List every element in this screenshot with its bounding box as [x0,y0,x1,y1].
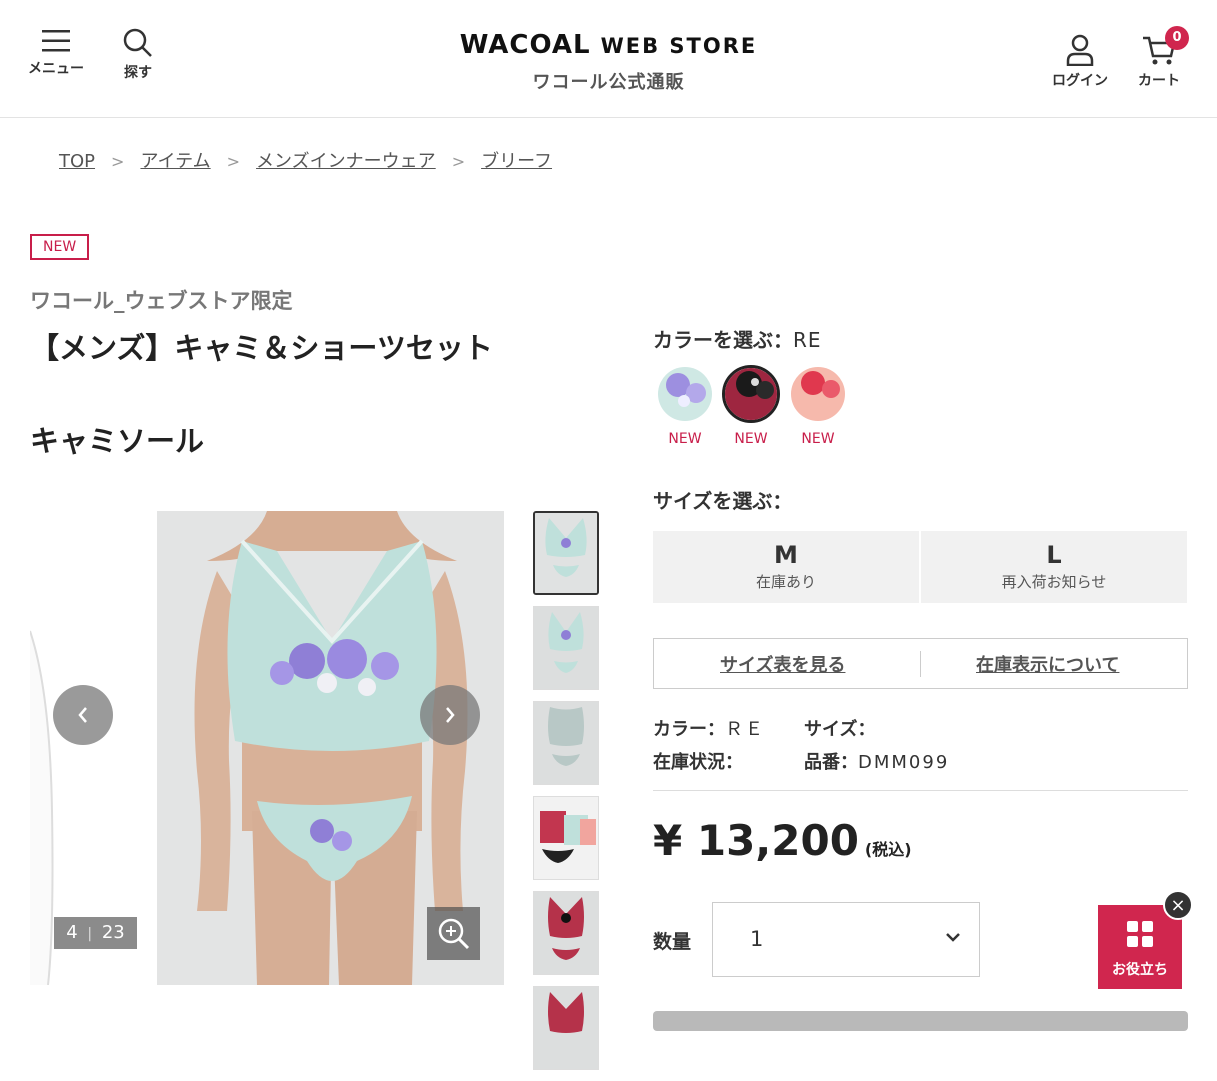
thumbnail[interactable] [533,606,599,690]
color-selected-value: RE [793,328,822,352]
size-option-label: L [1046,541,1062,569]
quantity-label: 数量 [653,931,692,953]
quantity-value: 1 [750,927,764,951]
login-button[interactable]: ログイン [1052,34,1108,90]
product-subtitle: キャミソール [30,424,205,458]
breadcrumb-separator-icon: > [226,152,241,171]
color-label-text: カラーを選ぶ： [653,328,793,352]
logo-japanese: ワコール公式通販 [532,72,685,93]
thumbnail-image [534,607,598,689]
detail-stock-label: 在庫状況： [653,752,743,773]
link-divider [920,651,921,677]
size-option-m[interactable]: M 在庫あり [653,531,919,603]
price-tax-note: (税込) [864,840,912,859]
gallery-counter-total: 23 [101,922,125,943]
swatch-new-tag: NEW [801,431,835,447]
size-option-status: 再入荷お知らせ [1001,573,1107,591]
login-label: ログイン [1052,73,1108,89]
thumbnail-image [534,892,598,974]
size-option-l[interactable]: L 再入荷お知らせ [921,531,1187,603]
quantity-select[interactable]: 1 [712,902,980,977]
detail-size-label: サイズ： [804,719,876,740]
breadcrumb-separator-icon: > [451,152,466,171]
swatch-new-tag: NEW [734,431,768,447]
zoom-in-icon [438,918,470,950]
breadcrumb-top[interactable]: TOP [59,151,95,172]
detail-stock: 在庫状況： [653,748,743,774]
add-to-cart-button[interactable] [653,1011,1188,1031]
thumbnail[interactable] [533,701,599,785]
detail-sku-label: 品番： [804,752,858,773]
color-swatch-pink[interactable]: NEW [788,365,848,447]
detail-size: サイズ： [804,715,875,741]
site-logo[interactable]: WACOAL WEB STORE ワコール公式通販 [0,30,1217,94]
chevron-left-icon [78,707,87,723]
product-brand: ワコール_ウェブストア限定 [30,289,293,313]
product-title: 【メンズ】キャミ＆ショーツセット [30,331,493,365]
detail-sku: 品番：DMM099 [804,748,949,774]
thumbnail-image [534,987,598,1069]
detail-color-label: カラー： [653,719,725,740]
size-chart-link[interactable]: サイズ表を見る [720,651,845,677]
color-swatch-mint[interactable]: NEW [655,365,715,447]
close-icon: × [1170,895,1186,916]
swatch-new-tag: NEW [668,431,702,447]
helper-label: お役立ち [1112,962,1168,978]
site-header: メニュー 探す WACOAL WEB STORE ワコール公式通販 ログイン 0 [0,0,1217,118]
breadcrumb-separator-icon: > [111,152,125,171]
grid-icon [1127,921,1153,947]
size-option-label: M [774,541,798,569]
cart-label: カート [1138,73,1180,89]
gallery-counter: 4 | 23 [54,917,137,949]
garment-image [30,511,60,985]
color-swatch-black-red[interactable]: NEW [721,365,781,447]
size-option-status: 在庫あり [755,573,816,591]
thumbnail[interactable] [533,511,599,595]
stock-info-link[interactable]: 在庫表示について [976,651,1119,677]
user-icon [1066,34,1094,66]
divider [653,790,1188,791]
thumbnail[interactable] [533,986,599,1070]
detail-color-value: ＲＥ [725,719,765,740]
new-badge: NEW [30,234,90,260]
logo-title: WACOAL WEB STORE [0,30,1217,60]
gallery-next-button[interactable] [420,685,480,745]
previous-slide-peek [30,511,60,985]
breadcrumb-mens-inner[interactable]: メンズインナーウェア [256,151,436,172]
zoom-button[interactable] [427,907,480,960]
breadcrumb: TOP > アイテム > メンズインナーウェア > ブリーフ [59,147,552,173]
helper-close-button[interactable]: × [1163,890,1193,920]
detail-color: カラー：ＲＥ [653,715,765,741]
price-amount: ¥ 13,200 [653,816,859,865]
detail-sku-value: DMM099 [858,752,950,773]
cart-count-badge: 0 [1165,26,1189,50]
thumbnail-image [535,513,597,593]
thumbnail-image [534,797,598,879]
logo-sub-text: WEB STORE [600,34,758,58]
gallery-counter-separator: | [87,926,93,942]
gallery-counter-current: 4 [66,922,78,943]
product-price: ¥ 13,200 (税込) [653,816,912,865]
breadcrumb-brief[interactable]: ブリーフ [481,151,552,172]
gallery-prev-button[interactable] [53,685,113,745]
swatch-image [656,365,714,423]
logo-main-text: WACOAL [459,30,591,60]
thumbnail[interactable] [533,796,599,880]
color-label: カラーを選ぶ：RE [653,324,822,353]
chevron-down-icon [946,933,960,942]
swatch-image [722,365,780,423]
chevron-right-icon [446,707,455,723]
size-label: サイズを選ぶ： [653,489,793,513]
cart-button[interactable]: 0 カート [1138,26,1189,90]
thumbnail-list [533,511,599,1081]
breadcrumb-item[interactable]: アイテム [140,151,210,172]
thumbnail[interactable] [533,891,599,975]
thumbnail-image [534,702,598,784]
size-info-links: サイズ表を見る 在庫表示について [653,638,1188,689]
swatch-image [789,365,847,423]
